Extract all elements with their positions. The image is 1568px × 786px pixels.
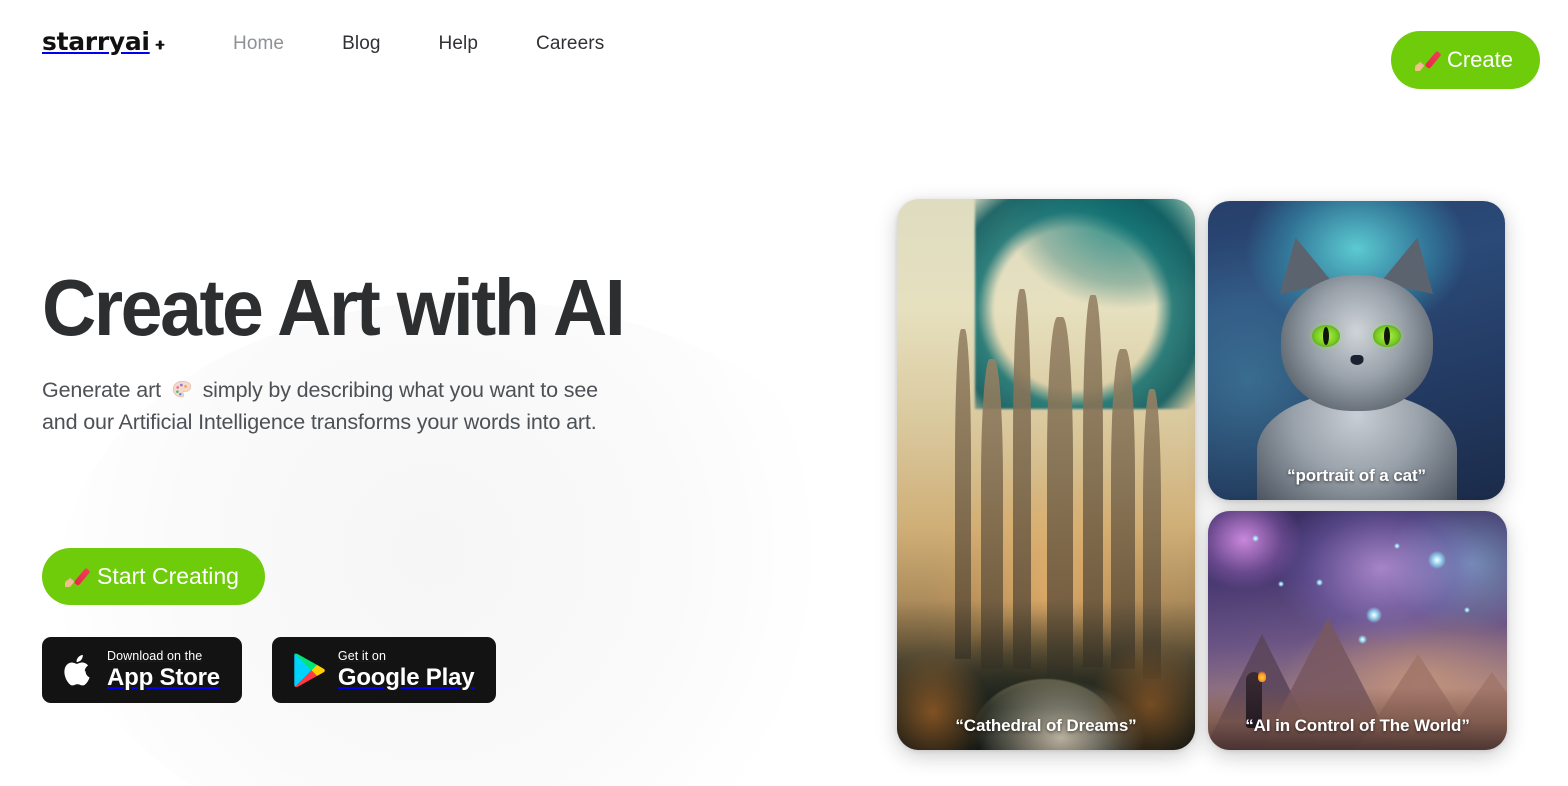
art-card-caption: “Cathedral of Dreams”	[955, 716, 1137, 735]
app-store-badge-small: Download on the	[107, 649, 203, 664]
art-card-cathedral[interactable]: “Cathedral of Dreams”	[897, 199, 1195, 750]
paintbrush-icon	[1413, 48, 1442, 72]
hero-subheading-line2: and our Artificial Intelligence transfor…	[42, 410, 597, 434]
art-card-caption: “portrait of a cat”	[1287, 466, 1426, 485]
main-nav: Home Blog Help Careers	[233, 33, 604, 55]
page-title: Create Art with AI	[42, 263, 626, 352]
google-play-icon	[292, 652, 325, 688]
art-card-cat[interactable]: “portrait of a cat”	[1208, 201, 1505, 500]
app-store-badge-title: App Store	[107, 663, 220, 691]
start-creating-button[interactable]: Start Creating	[42, 548, 265, 605]
hero-subheading: Generate art simply by describing what y…	[42, 374, 742, 438]
google-play-badge[interactable]: Get it on Google Play	[271, 637, 497, 703]
art-image-nebula	[1208, 511, 1507, 750]
paintbrush-icon	[62, 565, 91, 589]
google-play-badge-small: Get it on	[337, 649, 387, 664]
brand-logo[interactable]: starryai	[42, 29, 166, 54]
nav-link-careers[interactable]: Careers	[536, 33, 604, 55]
art-image-cathedral	[897, 199, 1195, 750]
artist-palette-icon	[171, 379, 193, 401]
art-card-caption: “AI in Control of The World”	[1245, 716, 1470, 735]
store-badge-row: Download on the App Store Get it on Goog…	[42, 637, 497, 703]
nav-link-blog[interactable]: Blog	[342, 33, 380, 55]
art-image-cat	[1208, 201, 1505, 500]
google-play-badge-title: Google Play	[337, 663, 475, 691]
create-button-label: Create	[1446, 47, 1513, 72]
hero-subheading-part1: Generate art	[42, 378, 161, 402]
app-store-badge[interactable]: Download on the App Store	[42, 637, 242, 703]
nav-link-home[interactable]: Home	[233, 33, 284, 55]
hero-subheading-part2: simply by describing what you want to se…	[202, 378, 599, 402]
apple-logo-icon	[62, 651, 94, 689]
nav-link-help[interactable]: Help	[439, 33, 478, 55]
site-header: starryai Home Blog Help Careers Create	[0, 0, 1568, 118]
start-creating-button-label: Start Creating	[97, 563, 239, 589]
art-card-nebula[interactable]: “AI in Control of The World”	[1208, 511, 1507, 750]
brand-logo-text: starryai	[42, 27, 150, 56]
create-button[interactable]: Create	[1390, 31, 1540, 89]
sparkle-icon	[155, 39, 166, 50]
